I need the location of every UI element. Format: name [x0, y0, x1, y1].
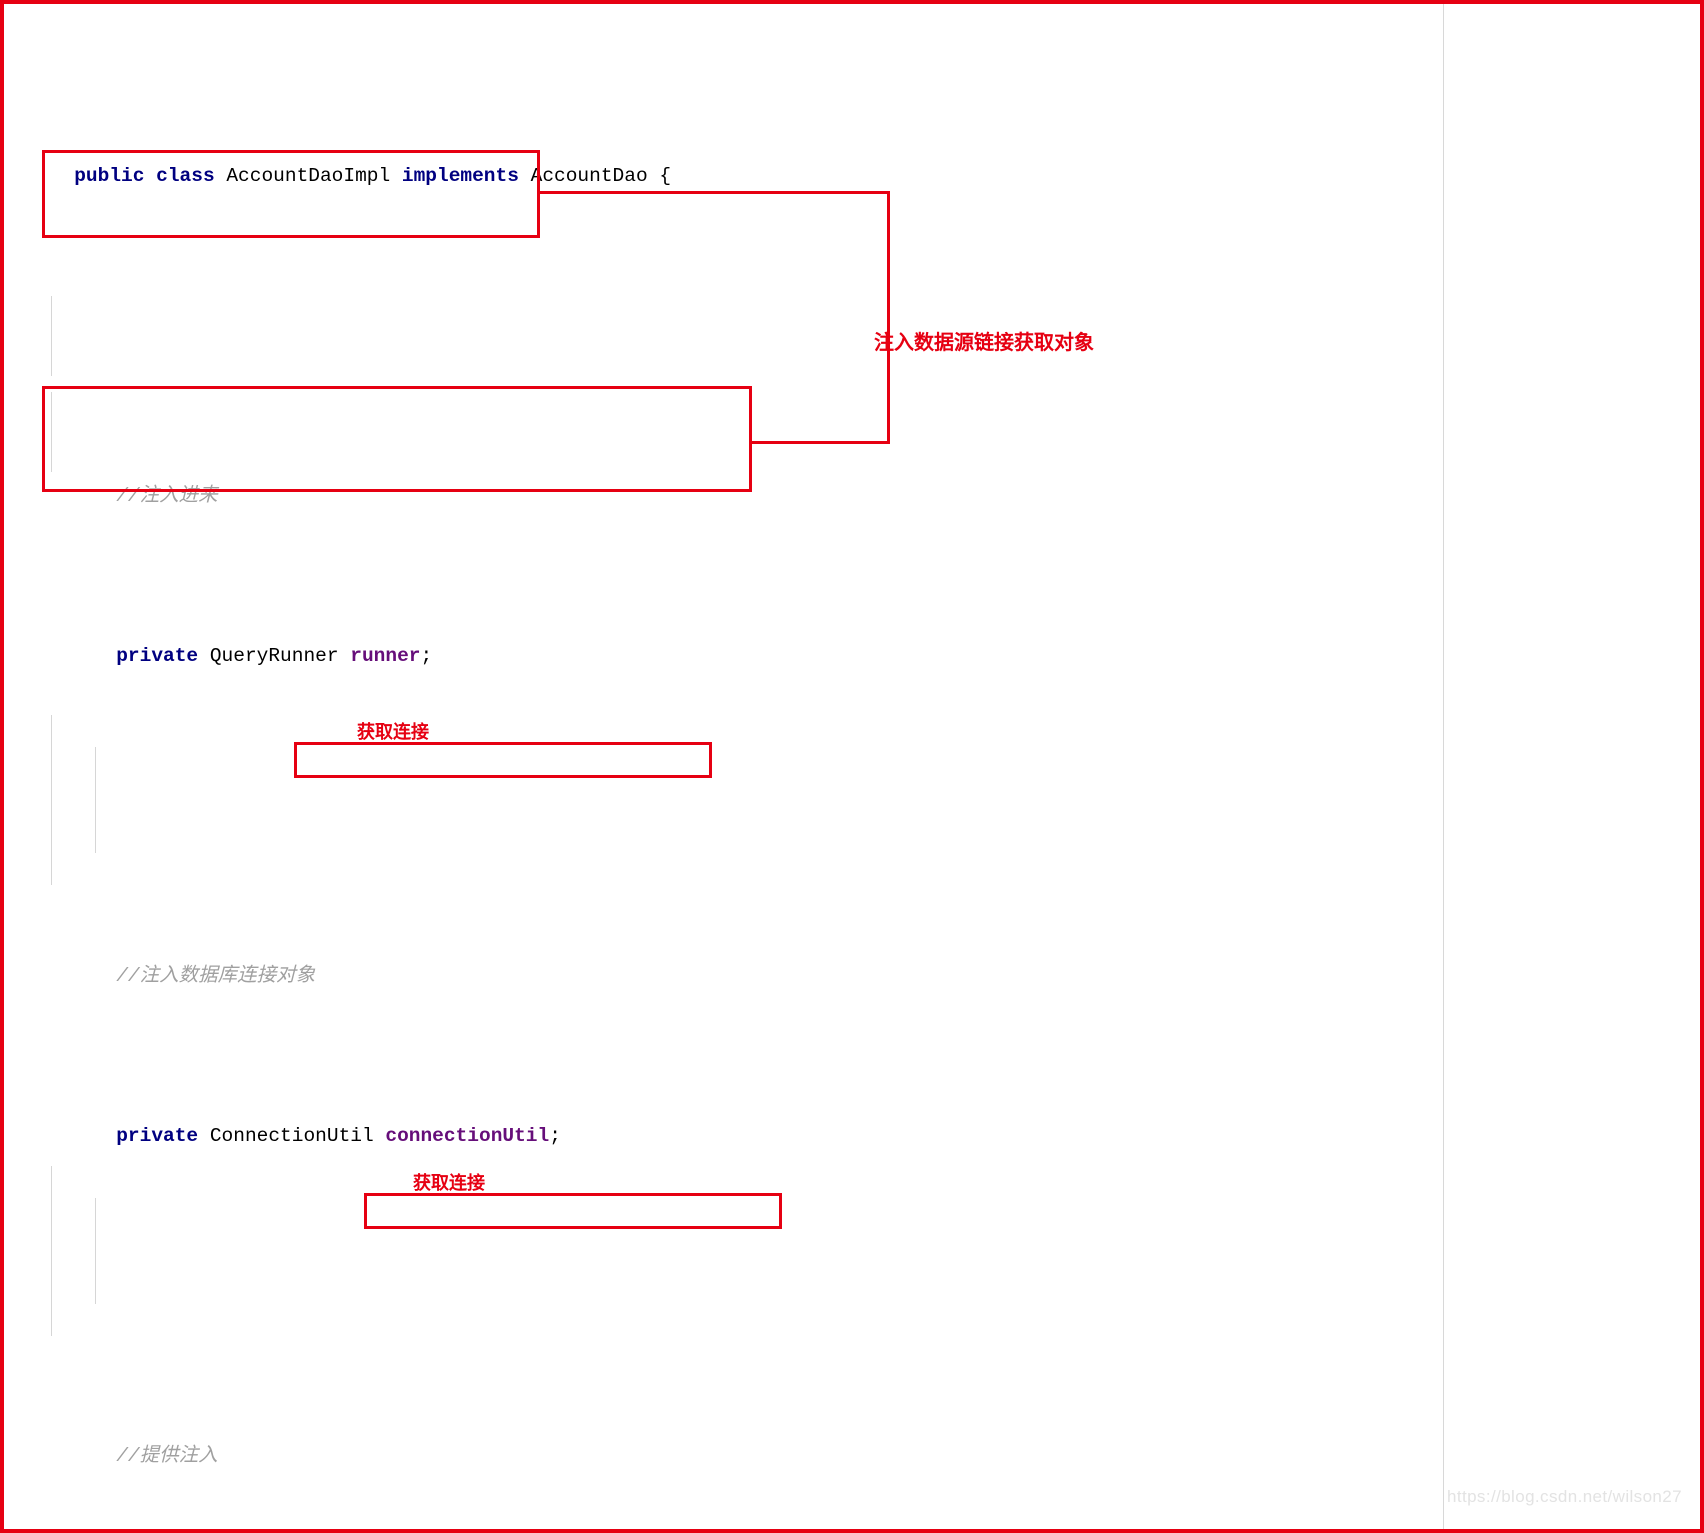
indent-guide: [95, 747, 96, 853]
keyword-public: public: [74, 165, 145, 187]
code-screenshot: public class AccountDaoImpl implements A…: [0, 0, 1704, 1533]
indent-guide: [51, 392, 52, 472]
semicolon: ;: [420, 645, 433, 667]
code-line-class-decl: public class AccountDaoImpl implements A…: [0, 128, 1704, 187]
indent-guide: [51, 296, 52, 376]
indent-guide: [51, 715, 52, 885]
keyword-private: private: [116, 1125, 199, 1147]
type-connectionutil: ConnectionUtil: [198, 1125, 386, 1147]
annotation-label-get-connection-query: 获取连接: [413, 1173, 485, 1193]
type-queryrunner: QueryRunner: [198, 645, 351, 667]
annotation-connector-horizontal-top: [538, 191, 890, 194]
code-line-field-runner: private QueryRunner runner;: [0, 608, 1704, 667]
code-line-comment-inject: //注入进来: [0, 448, 1704, 507]
annotation-connector-horizontal-bottom: [750, 441, 890, 444]
code-line-comment-provide: //提供注入: [0, 1408, 1704, 1467]
comment-text: //注入数据库连接对象: [116, 965, 316, 987]
field-connectionutil: connectionUtil: [385, 1125, 550, 1147]
indent-guide: [51, 1166, 52, 1336]
field-runner: runner: [350, 645, 421, 667]
code-line-comment-inject-db: //注入数据库连接对象: [0, 928, 1704, 987]
comment-text: //提供注入: [116, 1445, 218, 1467]
code-editor-content: public class AccountDaoImpl implements A…: [0, 0, 1704, 1533]
watermark-url: https://blog.csdn.net/wilson27: [1446, 1487, 1682, 1506]
keyword-class: class: [156, 165, 215, 187]
comment-text: //注入进来: [116, 485, 218, 507]
keyword-implements: implements: [401, 165, 519, 187]
semicolon: ;: [549, 1125, 561, 1147]
code-line-field-connectionutil: private ConnectionUtil connectionUtil;: [0, 1088, 1704, 1147]
annotation-connector-vertical: [887, 191, 890, 444]
interface-name: AccountDao {: [518, 165, 672, 187]
keyword-private: private: [116, 645, 199, 667]
annotation-label-inject-datasource: 注入数据源链接获取对象: [874, 332, 1094, 354]
class-name: AccountDaoImpl: [214, 165, 402, 187]
annotation-label-get-connection-update: 获取连接: [357, 722, 429, 742]
indent-guide: [95, 1198, 96, 1304]
